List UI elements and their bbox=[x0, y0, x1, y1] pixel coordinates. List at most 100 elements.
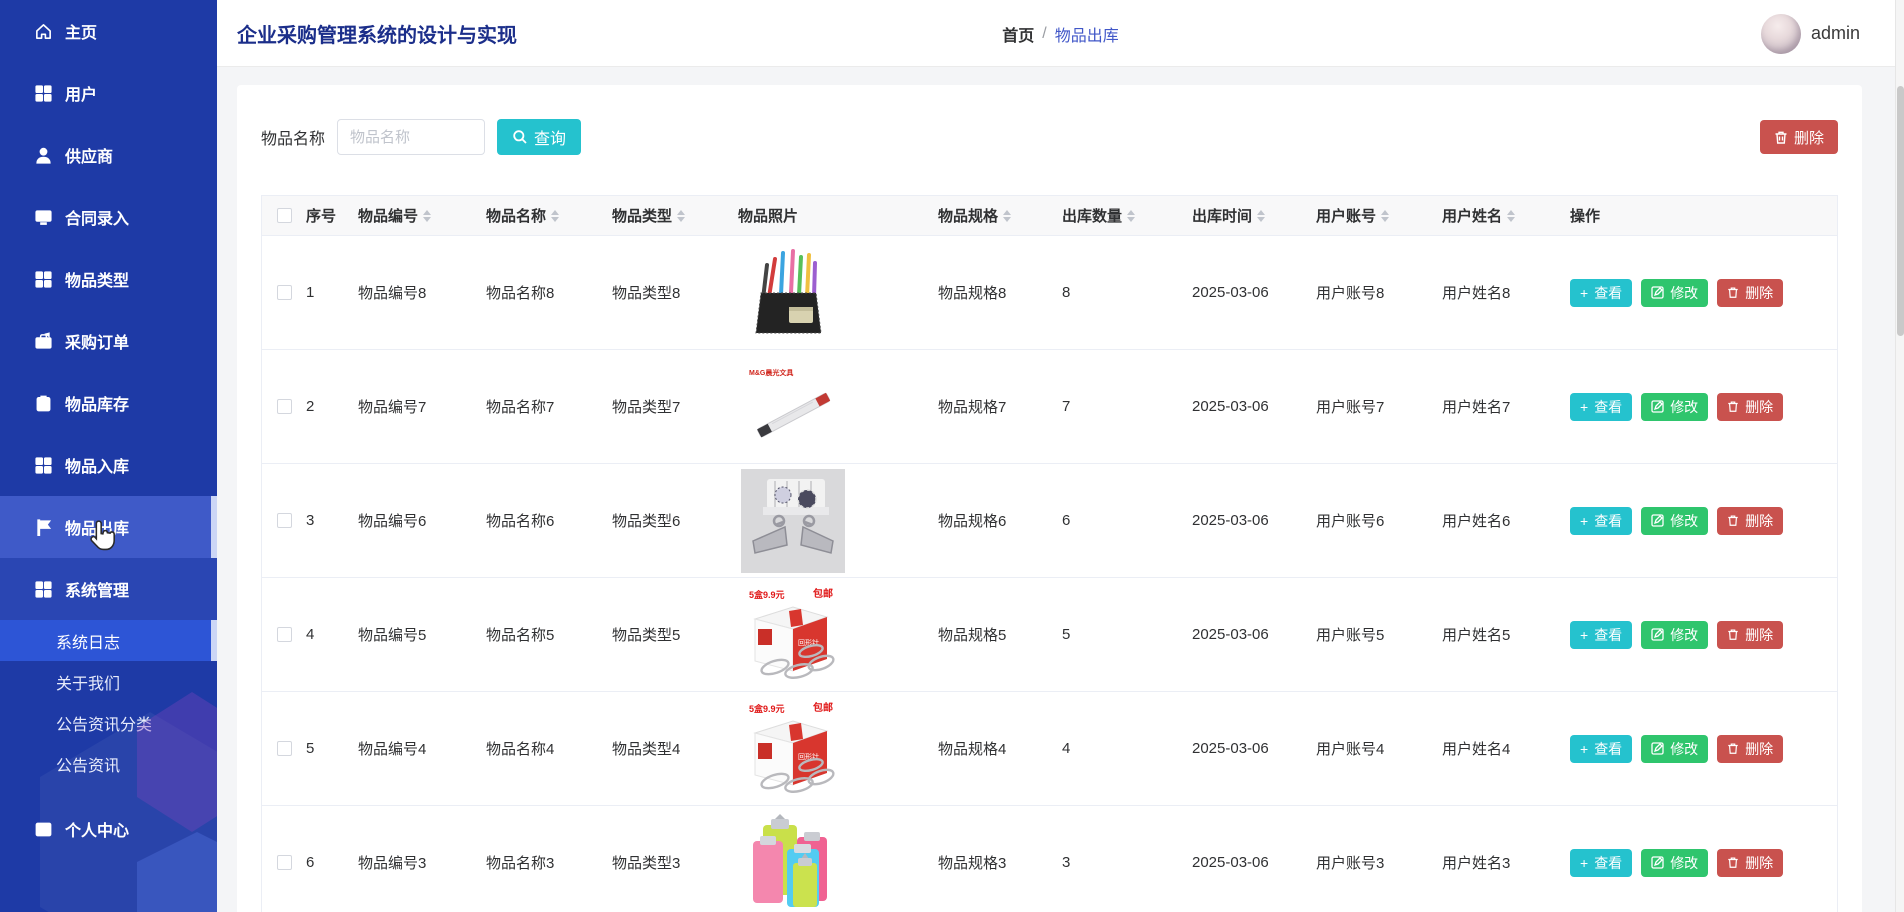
row-checkbox[interactable] bbox=[276, 741, 292, 756]
view-button[interactable]: + 查看 bbox=[1570, 506, 1633, 535]
avatar[interactable] bbox=[1760, 13, 1801, 54]
cell-date: 2025-03-06 bbox=[1192, 854, 1269, 871]
view-button[interactable]: + 查看 bbox=[1570, 848, 1633, 877]
cell-actions: + 查看 修改 删除 bbox=[1570, 848, 1837, 877]
sidebar-subitem-notices[interactable]: 公告资讯 bbox=[0, 743, 217, 784]
sidebar-item-purchase-orders[interactable]: 采购订单 bbox=[0, 310, 217, 372]
cell-account: 用户账号4 bbox=[1316, 741, 1385, 758]
sidebar-subitem-label: 公告资讯分类 bbox=[56, 716, 153, 734]
cell-username: 用户姓名7 bbox=[1442, 399, 1511, 416]
sort-icon[interactable] bbox=[1003, 209, 1012, 222]
item-photo-paperclip-box[interactable]: 5盒9.9元 包邮 回形针 bbox=[741, 698, 841, 799]
delete-button[interactable]: 删除 bbox=[1717, 848, 1784, 877]
cell-code: 物品编号4 bbox=[358, 741, 427, 758]
sidebar-subitem-about-us[interactable]: 关于我们 bbox=[0, 661, 217, 702]
sidebar-item-label: 物品入库 bbox=[65, 459, 130, 476]
cell-spec: 物品规格5 bbox=[938, 627, 1007, 644]
sidebar-item-suppliers[interactable]: 供应商 bbox=[0, 124, 217, 186]
cell-account: 用户账号6 bbox=[1316, 513, 1385, 530]
cell-index: 2 bbox=[306, 398, 315, 415]
sidebar-item-home[interactable]: 主页 bbox=[0, 0, 217, 62]
select-all-checkbox[interactable] bbox=[276, 208, 292, 223]
row-checkbox[interactable] bbox=[276, 399, 292, 414]
sidebar-item-inventory[interactable]: 物品库存 bbox=[0, 372, 217, 434]
item-photo-binder-clips[interactable] bbox=[741, 468, 845, 573]
cell-index: 5 bbox=[306, 740, 315, 757]
card-icon bbox=[33, 819, 53, 839]
cell-photo: M&G晨光文具 bbox=[738, 360, 938, 453]
bulk-delete-button[interactable]: 删除 bbox=[1759, 120, 1838, 154]
sidebar-item-contract-entry[interactable]: 合同录入 bbox=[0, 186, 217, 248]
sort-icon[interactable] bbox=[1381, 209, 1390, 222]
item-photo-paperclip-box[interactable]: 5盒9.9元 包邮 回形针 bbox=[741, 584, 841, 685]
sort-icon[interactable] bbox=[677, 209, 686, 222]
edit-button[interactable]: 修改 bbox=[1641, 392, 1709, 421]
sort-icon[interactable] bbox=[1507, 209, 1516, 222]
sort-icon[interactable] bbox=[1127, 209, 1136, 222]
svg-text:M&G晨光文具: M&G晨光文具 bbox=[749, 368, 793, 377]
sidebar-item-users[interactable]: 用户 bbox=[0, 62, 217, 124]
cell-actions: + 查看 修改 删除 bbox=[1570, 278, 1837, 307]
sidebar-item-system-management[interactable]: 系统管理 bbox=[0, 558, 217, 620]
sidebar-item-inbound[interactable]: 物品入库 bbox=[0, 434, 217, 496]
trash-icon bbox=[1727, 628, 1739, 641]
table-row: 3 物品编号6 物品名称6 物品类型6 物品规格6 6 2025-03-06 用… bbox=[262, 464, 1837, 578]
item-photo-pen-organizer[interactable] bbox=[741, 245, 836, 340]
scrollbar-thumb[interactable] bbox=[1897, 86, 1904, 336]
item-photo-ruler-pack[interactable]: M&G晨光文具 bbox=[741, 360, 846, 453]
search-button[interactable]: 查询 bbox=[497, 119, 582, 155]
svg-text:5盒9.9元: 5盒9.9元 bbox=[749, 589, 785, 600]
cell-type: 物品类型8 bbox=[612, 285, 681, 302]
sidebar-item-label: 物品类型 bbox=[65, 273, 130, 290]
sidebar-subitem-notice-categories[interactable]: 公告资讯分类 bbox=[0, 702, 217, 743]
cell-code: 物品编号8 bbox=[358, 285, 427, 302]
view-button[interactable]: + 查看 bbox=[1570, 278, 1633, 307]
edit-button[interactable]: 修改 bbox=[1641, 734, 1709, 763]
cell-index: 1 bbox=[306, 284, 315, 301]
breadcrumb-current-link[interactable]: 物品出库 bbox=[1055, 22, 1119, 46]
plus-icon: + bbox=[1580, 854, 1589, 871]
sidebar-item-label: 系统管理 bbox=[65, 583, 130, 600]
sort-icon[interactable] bbox=[1257, 209, 1266, 222]
delete-button[interactable]: 删除 bbox=[1717, 392, 1784, 421]
cell-qty: 5 bbox=[1062, 626, 1071, 643]
row-checkbox[interactable] bbox=[276, 855, 292, 870]
column-header-photo: 物品照片 bbox=[738, 208, 799, 225]
edit-button[interactable]: 修改 bbox=[1641, 848, 1709, 877]
cell-photo: 5盒9.9元 包邮 回形针 bbox=[738, 584, 938, 685]
sidebar-item-label: 采购订单 bbox=[65, 335, 130, 352]
row-checkbox[interactable] bbox=[276, 285, 292, 300]
sidebar-item-item-types[interactable]: 物品类型 bbox=[0, 248, 217, 310]
svg-text:包邮: 包邮 bbox=[813, 587, 833, 600]
item-photo-clipboards[interactable] bbox=[741, 812, 841, 912]
cell-name: 物品名称5 bbox=[486, 627, 555, 644]
sort-icon[interactable] bbox=[551, 209, 560, 222]
top-bar: 企业采购管理系统的设计与实现 首页 / 物品出库 admin bbox=[217, 0, 1904, 67]
delete-button[interactable]: 删除 bbox=[1717, 278, 1784, 307]
row-checkbox[interactable] bbox=[276, 513, 292, 528]
view-button[interactable]: + 查看 bbox=[1570, 620, 1633, 649]
column-header-actions: 操作 bbox=[1570, 208, 1601, 225]
search-label: 物品名称 bbox=[261, 131, 326, 148]
delete-button[interactable]: 删除 bbox=[1717, 506, 1784, 535]
row-checkbox[interactable] bbox=[276, 627, 292, 642]
delete-button[interactable]: 删除 bbox=[1717, 620, 1784, 649]
cell-spec: 物品规格3 bbox=[938, 855, 1007, 872]
view-button[interactable]: + 查看 bbox=[1570, 734, 1633, 763]
search-input[interactable] bbox=[337, 119, 486, 155]
sidebar-item-personal-center[interactable]: 个人中心 bbox=[0, 798, 217, 860]
breadcrumb-home-link[interactable]: 首页 bbox=[1002, 22, 1034, 46]
edit-button[interactable]: 修改 bbox=[1641, 506, 1709, 535]
edit-button[interactable]: 修改 bbox=[1641, 620, 1709, 649]
edit-icon bbox=[1651, 400, 1664, 413]
edit-button[interactable]: 修改 bbox=[1641, 278, 1709, 307]
page-scrollbar[interactable] bbox=[1895, 0, 1904, 912]
grid-icon bbox=[33, 269, 53, 289]
view-button[interactable]: + 查看 bbox=[1570, 392, 1633, 421]
cell-username: 用户姓名3 bbox=[1442, 855, 1511, 872]
sidebar-subitem-system-logs[interactable]: 系统日志 bbox=[0, 620, 217, 661]
column-header-date: 出库时间 bbox=[1192, 205, 1316, 226]
sort-icon[interactable] bbox=[423, 209, 432, 222]
delete-button[interactable]: 删除 bbox=[1717, 734, 1784, 763]
content-panel: 物品名称 查询 删除 bbox=[237, 85, 1862, 912]
